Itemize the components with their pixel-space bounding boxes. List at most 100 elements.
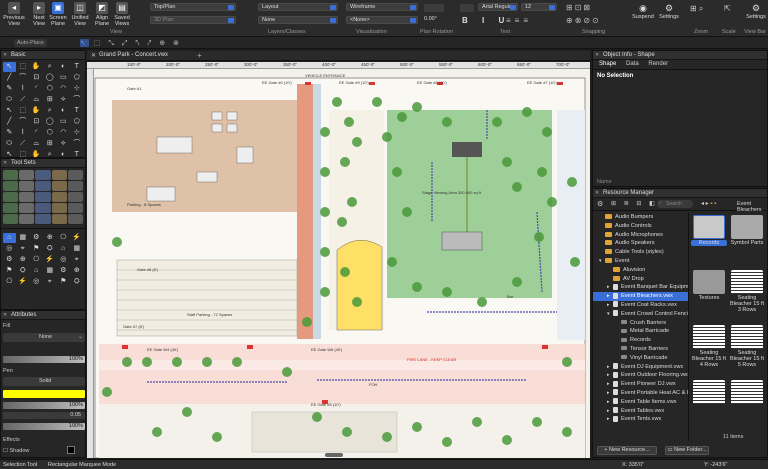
tool-icon[interactable]: ◠ (57, 84, 70, 94)
tool-icon[interactable]: ⟋ (17, 139, 30, 149)
tool-icon[interactable]: ⬡ (44, 84, 57, 94)
tool-icon[interactable]: ⬚ (17, 106, 30, 116)
tool-icon[interactable]: ⚙ (30, 233, 43, 243)
tool-set-icon[interactable] (3, 181, 19, 191)
document-tab-title[interactable]: Grand Park - Concert.vwx (99, 52, 168, 58)
resource-tree-item[interactable]: ▸ Event Pioneer DJ.vwx (593, 380, 688, 389)
tool-icon[interactable]: ⚑ (57, 277, 70, 287)
add-tab-icon[interactable]: + (197, 51, 202, 60)
tool-set-icon[interactable] (19, 203, 35, 213)
tool-set-icon[interactable] (67, 203, 83, 213)
tool-icon[interactable]: ⬭ (3, 139, 16, 149)
tool-icon[interactable]: ⚡ (17, 277, 30, 287)
viewbar-settings-button[interactable]: ⚙ Settings (744, 3, 768, 20)
resource-tree-item[interactable]: Audio Speakers (593, 239, 688, 248)
tool-set-icon[interactable] (51, 181, 67, 191)
tool-icon[interactable]: ⊡ (30, 73, 43, 83)
fill-opacity-slider[interactable]: 100% (3, 356, 85, 363)
tool-icon[interactable]: ⚙ (3, 255, 16, 265)
tool-set-icon[interactable] (67, 170, 83, 180)
resource-tree-item[interactable]: Crush Barriers (593, 319, 688, 328)
tool-icon[interactable]: ⛭ (44, 244, 57, 254)
resource-tile[interactable]: Seating Bleacher 15 ft 4 Rows (691, 325, 727, 368)
tool-set-icon[interactable] (3, 203, 19, 213)
resource-tile[interactable]: Records (691, 215, 727, 246)
snapping-settings-button[interactable]: ⚙ Settings (657, 3, 681, 20)
tool-set-icon[interactable] (67, 192, 83, 202)
tool-icon[interactable]: ▦ (71, 244, 84, 254)
line-opacity-slider[interactable]: 100% (3, 423, 85, 430)
tool-icon[interactable]: ⊕ (17, 255, 30, 265)
tool-icon[interactable]: ◯ (44, 73, 57, 83)
tool-set-icon[interactable] (67, 181, 83, 191)
tool-set-icon[interactable] (3, 192, 19, 202)
tool-set-icon[interactable] (19, 214, 35, 224)
resource-tree-item[interactable]: ▸ Event DJ Equipment.vwx (593, 363, 688, 372)
zoom-buttons[interactable]: ⊞ ⌕ (690, 4, 703, 14)
tool-icon[interactable]: ▭ (57, 73, 70, 83)
tool-icon[interactable]: ⬭ (3, 95, 16, 105)
tool-set-icon[interactable] (3, 170, 19, 180)
resource-tile[interactable]: Symbol Parts (729, 215, 765, 246)
nav-arrows[interactable]: ◂ ▸ ▪ ▪ (701, 200, 716, 207)
mode-icons[interactable]: ↖ ⬚ ⤡ ⤢ ⤣ ⤤ ⊕ ⊗ (80, 39, 182, 48)
plan-rotation-icon[interactable] (424, 4, 444, 12)
toolbar-button-previous-view[interactable]: ◂ Previous View (2, 2, 26, 27)
toolbar-button-unified-view[interactable]: ◫ Unified View (68, 2, 92, 27)
tool-set-icon[interactable] (51, 214, 67, 224)
resource-tile[interactable] (691, 380, 727, 405)
tool-icon[interactable]: ⌓ (30, 95, 43, 105)
tool-icon[interactable]: ⚑ (3, 266, 16, 276)
resource-tile[interactable]: Seating Bleacher 15 ft 5 Rows (729, 325, 765, 368)
tool-icon[interactable]: ⌒ (71, 95, 84, 105)
tool-icon[interactable]: ⛭ (71, 277, 84, 287)
tool-icon[interactable]: ⊞ (44, 139, 57, 149)
resource-tree-item[interactable]: AV Drop (593, 275, 688, 284)
tool-icon[interactable]: ⚡ (44, 255, 57, 265)
tool-icon[interactable]: ╱ (3, 117, 16, 127)
font-dropdown[interactable]: Arial Regular (478, 3, 518, 11)
resource-tree-item[interactable]: ▾ Event (593, 257, 688, 266)
resource-tree-item[interactable]: ▸ Event Tents.vwx (593, 415, 688, 424)
resource-tree-item[interactable]: ▸ Event Table Items.vwx (593, 398, 688, 407)
plan-rotation-value[interactable]: 0.00° (424, 16, 437, 22)
view-dropdown[interactable]: Top/Plan (150, 3, 236, 11)
tool-icon[interactable]: ⌇ (17, 128, 30, 138)
snapping-buttons-2[interactable]: ⊕⊗⊘⊙ (566, 16, 601, 25)
tool-icon[interactable]: ⌂ (3, 233, 16, 243)
close-icon[interactable]: ✕ (91, 52, 96, 59)
tool-icon[interactable]: ⚙ (57, 266, 70, 276)
tool-icon[interactable]: ✎ (3, 84, 16, 94)
layer-dropdown[interactable]: Layout (258, 3, 338, 11)
tool-icon[interactable]: ◎ (30, 277, 43, 287)
pen-style-dropdown[interactable]: Solid (3, 377, 85, 386)
search-input[interactable]: ⌕ Search (657, 200, 693, 208)
tool-set-icon[interactable] (3, 214, 19, 224)
tool-icon[interactable]: ⊹ (71, 128, 84, 138)
tool-icon[interactable]: ⛭ (17, 266, 30, 276)
render-mode-dropdown[interactable]: Wireframe (346, 3, 418, 11)
tool-icon[interactable]: ⌒ (71, 139, 84, 149)
settings-gear-icon[interactable]: ⚙ (597, 200, 603, 208)
resource-tree-item[interactable]: Records (593, 336, 688, 345)
tool-set-icon[interactable] (19, 170, 35, 180)
tool-icon[interactable]: ⌒ (17, 73, 30, 83)
text-format-buttons[interactable]: B I U (462, 16, 510, 25)
resource-tile[interactable] (729, 380, 765, 405)
auto-place-button[interactable]: Auto-Place (14, 39, 47, 47)
view-mode-icons[interactable]: ⊞ ≣ ⊟ ◧ (611, 200, 658, 207)
tool-icon[interactable]: ⌇ (17, 84, 30, 94)
tool-set-icon[interactable] (35, 192, 51, 202)
tool-set-icon[interactable] (51, 192, 67, 202)
resource-tree-item[interactable]: Audio Bumpers (593, 213, 688, 222)
tool-set-icon[interactable] (35, 181, 51, 191)
tool-icon[interactable]: ✋ (30, 106, 43, 116)
tool-icon[interactable]: ⌂ (57, 244, 70, 254)
resource-tree-item[interactable]: Tensor Barriers (593, 345, 688, 354)
tool-icon[interactable]: ⌖ (44, 277, 57, 287)
shadow-color-swatch[interactable] (67, 446, 75, 454)
tool-set-icon[interactable] (19, 181, 35, 191)
resource-tree-item[interactable]: Metal Barricade (593, 327, 688, 336)
tool-set-icon[interactable] (35, 203, 51, 213)
fill-style-dropdown[interactable]: None ⌄ (3, 333, 85, 342)
